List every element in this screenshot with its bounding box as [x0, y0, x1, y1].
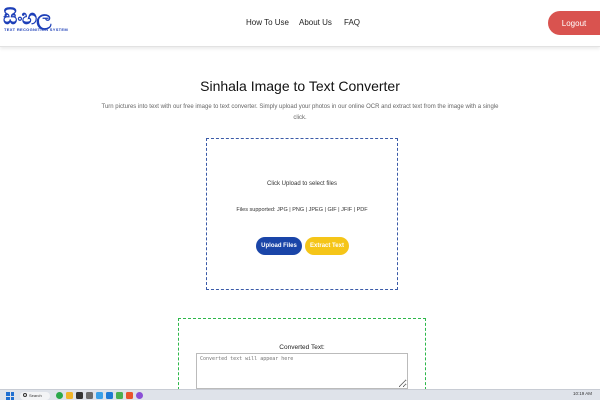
search-icon: [23, 393, 27, 397]
extract-text-button[interactable]: Extract Text: [305, 237, 349, 255]
photos-app-icon[interactable]: [96, 392, 103, 399]
converted-text-label: Converted Text:: [279, 344, 325, 351]
converted-text-panel: Converted Text:: [178, 318, 426, 390]
logo-tagline: TEXT RECOGNITION SYSTEM: [4, 27, 69, 32]
os-taskbar: Search 10:19 AM: [0, 389, 600, 400]
windows-start-icon[interactable]: [6, 392, 14, 400]
vscode-icon[interactable]: [106, 392, 113, 399]
chat-app-icon[interactable]: [56, 392, 63, 399]
media-app-icon[interactable]: [136, 392, 143, 399]
file-explorer-icon[interactable]: [66, 392, 73, 399]
notes-app-icon[interactable]: [86, 392, 93, 399]
converted-text-area[interactable]: [196, 353, 408, 389]
nav-about-us[interactable]: About Us: [299, 18, 332, 27]
nav-faq[interactable]: FAQ: [344, 18, 360, 27]
terminal-icon[interactable]: [76, 392, 83, 399]
site-header: සිංහල TEXT RECOGNITION SYSTEM How To Use…: [0, 0, 600, 47]
page-title: Sinhala Image to Text Converter: [200, 78, 400, 94]
upload-hint: Click Upload to select files: [266, 181, 338, 187]
browser-app-icon[interactable]: [126, 392, 133, 399]
taskbar-clock[interactable]: 10:19 AM: [573, 391, 592, 396]
logout-button[interactable]: Logout: [548, 11, 600, 35]
pycharm-icon[interactable]: [116, 392, 123, 399]
supported-file-types: Files supported: JPG | PNG | JPEG | GIF …: [236, 207, 368, 213]
nav-how-to-use[interactable]: How To Use: [246, 18, 289, 27]
logo-text: සිංහල: [3, 5, 51, 29]
page-subtitle: Turn pictures into text with our free im…: [101, 104, 499, 121]
site-logo[interactable]: සිංහල TEXT RECOGNITION SYSTEM: [3, 5, 68, 36]
upload-files-button[interactable]: Upload Files: [256, 237, 302, 255]
upload-dropzone[interactable]: Click Upload to select files Files suppo…: [206, 138, 398, 290]
